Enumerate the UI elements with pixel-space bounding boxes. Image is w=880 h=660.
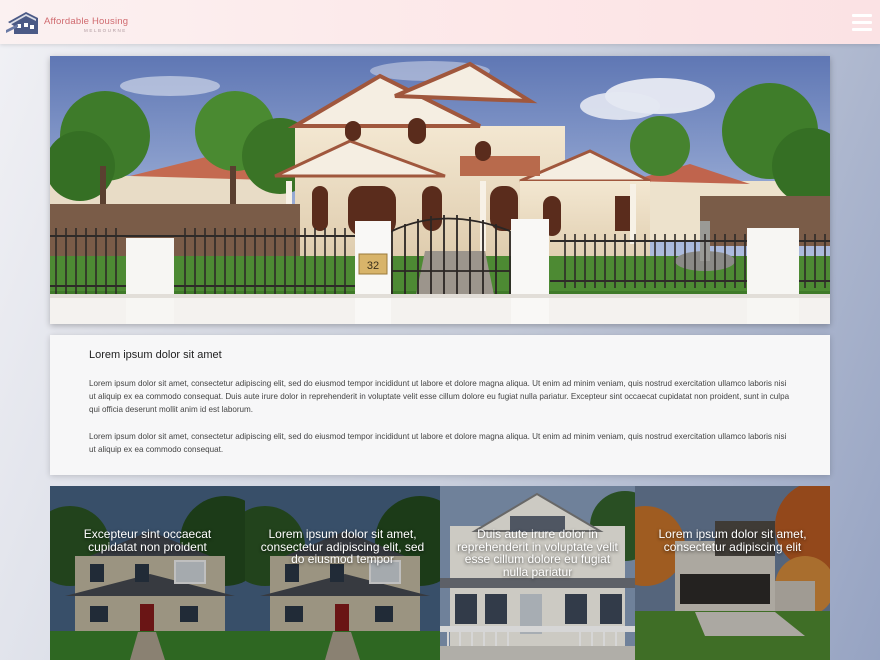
tile-2-caption: Lorem ipsum dolor sit amet, consectetur … xyxy=(260,527,425,566)
logo-subtitle: MELBOURNE xyxy=(84,28,127,33)
intro-paragraph-1: Lorem ipsum dolor sit amet, consectetur … xyxy=(89,379,790,414)
tile-1-caption: Excepteur sint occaecat cupidatat non pr… xyxy=(83,527,212,554)
house-logo-icon xyxy=(6,12,38,34)
intro-heading: Lorem ipsum dolor sit amet xyxy=(89,349,222,361)
intro-paragraph-2: Lorem ipsum dolor sit amet, consectetur … xyxy=(89,432,787,454)
tile-3-caption: Duis aute irure dolor in reprehenderit i… xyxy=(457,527,618,579)
tile-4-caption: Lorem ipsum dolor sit amet, consectetur … xyxy=(658,527,807,554)
logo-title: Affordable Housing xyxy=(44,16,129,27)
feature-tiles: Excepteur sint occaecat cupidatat non pr… xyxy=(50,486,830,660)
tile-4-image xyxy=(635,486,830,660)
gate-number-plate: 32 xyxy=(367,260,379,272)
feature-tile-3[interactable]: Duis aute irure dolor in reprehenderit i… xyxy=(440,486,635,660)
feature-tile-4[interactable]: Lorem ipsum dolor sit amet, consectetur … xyxy=(635,486,830,660)
tile-2-image xyxy=(245,486,440,660)
hamburger-menu-icon[interactable] xyxy=(852,14,872,32)
intro-card: Lorem ipsum dolor sit amet Lorem ipsum d… xyxy=(50,335,830,475)
feature-tile-1[interactable]: Excepteur sint occaecat cupidatat non pr… xyxy=(50,486,245,660)
logo[interactable]: Affordable Housing MELBOURNE xyxy=(6,8,146,36)
tile-1-image xyxy=(50,486,245,660)
feature-tile-2[interactable]: Lorem ipsum dolor sit amet, consectetur … xyxy=(245,486,440,660)
site-header: Affordable Housing MELBOURNE xyxy=(0,0,880,44)
hero-image: 32 xyxy=(50,56,830,324)
